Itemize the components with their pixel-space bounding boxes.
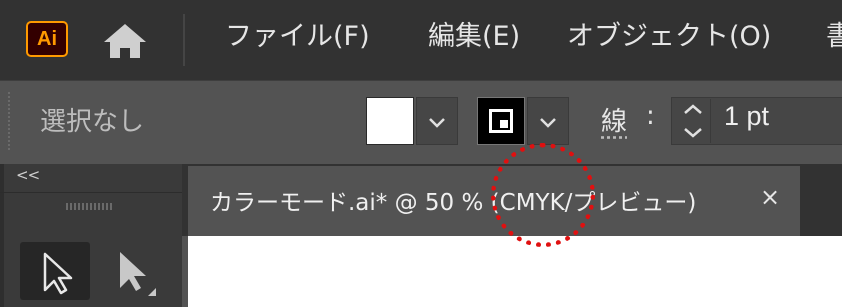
app-logo: Ai (26, 21, 68, 57)
document-tab-title[interactable]: カラーモード.ai* @ 50 % (CMYK/プレビュー) (210, 183, 696, 217)
menu-edit[interactable]: 編集(E) (428, 17, 520, 57)
fill-dropdown[interactable] (416, 97, 458, 145)
stepper-icon[interactable] (676, 99, 711, 143)
panel-grip[interactable] (66, 203, 114, 210)
highlight-annotation (491, 143, 595, 247)
stroke-label[interactable]: 線 (601, 101, 627, 138)
stroke-core (500, 120, 508, 128)
selection-tool-button[interactable] (20, 242, 90, 300)
menu-file[interactable]: ファイル(F) (225, 17, 370, 57)
stroke-colon: : (646, 101, 655, 131)
fill-swatch[interactable] (366, 97, 414, 145)
chevron-down-icon (429, 118, 445, 128)
artboard-canvas[interactable] (188, 236, 842, 307)
stroke-swatch[interactable] (477, 97, 525, 145)
menu-divider (183, 14, 185, 66)
chevron-down-icon (540, 118, 556, 128)
panel-divider (0, 192, 182, 193)
stroke-dropdown[interactable] (527, 97, 569, 145)
tool-panel-edge (0, 164, 4, 307)
selection-status: 選択なし (40, 107, 145, 137)
stroke-ring (489, 109, 513, 133)
menu-object[interactable]: オブジェクト(O) (567, 17, 771, 57)
close-icon[interactable]: × (760, 183, 780, 211)
stroke-weight-value[interactable]: 1 pt (724, 101, 769, 132)
home-icon[interactable] (102, 22, 148, 60)
collapse-panel-button[interactable]: << (16, 166, 40, 184)
selection-tool-icon (43, 252, 73, 295)
menu-type[interactable]: 書 (826, 17, 842, 57)
control-bar-grip[interactable] (8, 92, 10, 150)
direct-selection-tool-icon[interactable] (104, 244, 168, 300)
